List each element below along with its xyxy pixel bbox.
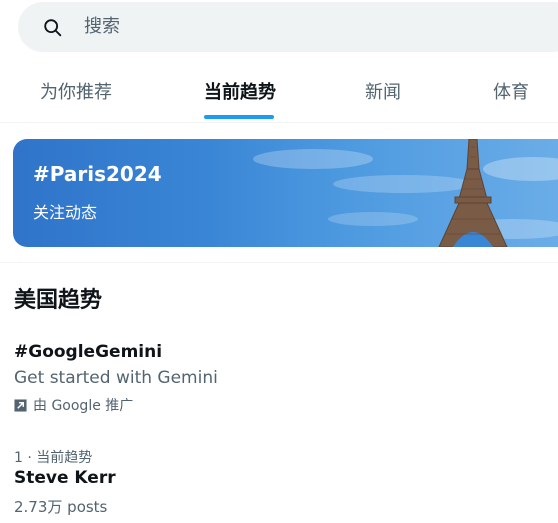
promoted-icon xyxy=(14,398,27,412)
trend-description: Get started with Gemini xyxy=(14,368,218,388)
promoted-text: 由 Google 推广 xyxy=(33,398,134,414)
tab-trending[interactable]: 当前趋势 xyxy=(192,60,288,122)
banner-subtitle: 关注动态 xyxy=(33,203,98,222)
banner-image xyxy=(253,139,558,247)
promoted-label[interactable]: 由 Google 推广 xyxy=(14,395,133,415)
trend-context-text: 1 · 当前趋势 xyxy=(14,450,93,466)
explore-page: 搜索 为你推荐 当前趋势 新闻 体育 #Paris2024 关注动态 美国趋势 … xyxy=(0,0,558,523)
search-icon xyxy=(44,19,62,37)
trend-context: 1 · 当前趋势 xyxy=(14,447,92,467)
tab-news[interactable]: 新闻 xyxy=(350,60,416,122)
event-banner[interactable]: #Paris2024 关注动态 xyxy=(13,139,558,247)
trend-title[interactable]: Steve Kerr xyxy=(14,468,116,488)
active-tab-indicator xyxy=(204,115,274,119)
section-divider xyxy=(0,262,558,263)
trend-post-count-text: 2.73万 posts xyxy=(14,498,108,516)
search-input[interactable]: 搜索 xyxy=(84,16,120,38)
banner-hashtag[interactable]: #Paris2024 xyxy=(33,162,162,186)
search-bar[interactable]: 搜索 xyxy=(18,2,558,52)
section-title: 美国趋势 xyxy=(14,288,103,313)
tab-sports[interactable]: 体育 xyxy=(478,60,544,122)
trend-post-count: 2.73万 posts xyxy=(14,496,107,517)
tab-bar: 为你推荐 当前趋势 新闻 体育 xyxy=(0,60,558,123)
tab-for-you[interactable]: 为你推荐 xyxy=(28,60,124,122)
trend-title[interactable]: #GoogleGemini xyxy=(14,342,162,362)
